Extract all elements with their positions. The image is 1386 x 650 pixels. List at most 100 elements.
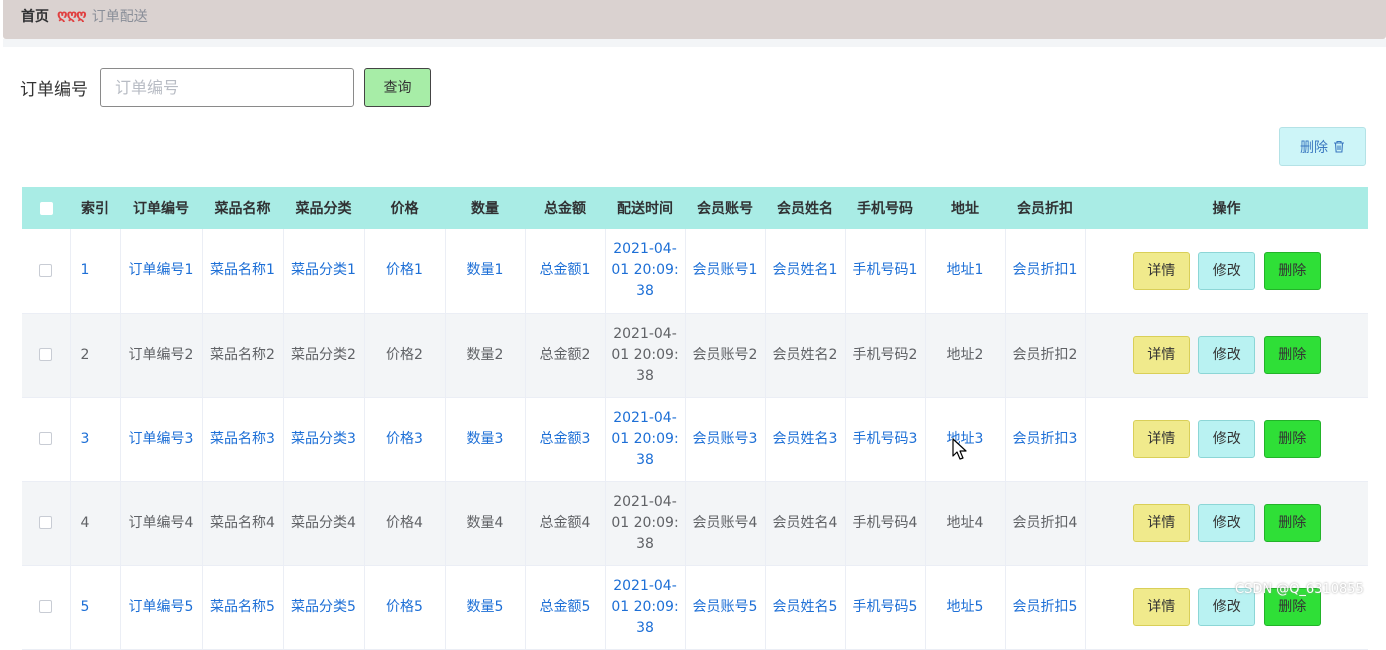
batch-delete-label: 删除 [1300, 139, 1328, 156]
edit-button[interactable]: 修改 [1198, 336, 1256, 374]
delete-button[interactable]: 删除 [1263, 420, 1321, 458]
breadcrumb: 首页 ღღღ 订单配送 [3, 0, 1386, 39]
cell-actions: 详情 修改 删除 [1085, 481, 1368, 566]
cell-address: 地址1 [925, 229, 1006, 314]
cell-price: 价格2 [364, 313, 446, 398]
cell-quantity: 数量3 [445, 397, 526, 482]
detail-button[interactable]: 详情 [1132, 588, 1190, 626]
cell-index: 4 [70, 481, 121, 566]
cell-phone: 手机号码2 [845, 313, 926, 398]
cell-index: 2 [70, 313, 121, 398]
row-checkbox[interactable] [39, 516, 53, 529]
column-header[interactable]: 配送时间 [605, 187, 685, 229]
row-select-cell [22, 397, 71, 482]
row-checkbox[interactable] [39, 600, 53, 613]
column-header[interactable]: 手机号码 [845, 187, 925, 229]
select-all-checkbox[interactable] [39, 201, 53, 215]
column-header[interactable]: 菜品名称 [202, 187, 283, 229]
cell-member-name: 会员姓名5 [765, 565, 846, 650]
cell-delivery-time: 2021-04-01 20:09:38 [605, 313, 686, 398]
cell-quantity: 数量4 [445, 481, 526, 566]
row-checkbox[interactable] [39, 263, 53, 277]
cell-delivery-time: 2021-04-01 20:09:38 [605, 397, 686, 482]
cell-member-name: 会员姓名2 [765, 313, 846, 398]
detail-button[interactable]: 详情 [1132, 336, 1190, 374]
cell-discount: 会员折扣1 [1005, 229, 1086, 314]
cell-discount: 会员折扣2 [1005, 313, 1086, 398]
cell-address: 地址5 [925, 565, 1006, 650]
cell-member-account: 会员账号5 [685, 565, 766, 650]
row-select-cell [22, 481, 71, 566]
breadcrumb-home[interactable]: 首页 [21, 6, 49, 26]
cell-dish-category: 菜品分类4 [283, 481, 365, 566]
cell-quantity: 数量1 [445, 229, 526, 314]
row-checkbox[interactable] [39, 348, 53, 361]
cell-total: 总金额2 [525, 313, 606, 398]
edit-button[interactable]: 修改 [1198, 504, 1256, 542]
table-row[interactable]: 2 订单编号2 菜品名称2 菜品分类2 价格2 数量2 总金额2 2021-04… [22, 313, 1368, 398]
cell-actions: 详情 修改 删除 [1085, 565, 1368, 650]
column-header: 操作 [1085, 187, 1368, 229]
delete-button[interactable]: 删除 [1263, 251, 1321, 290]
breadcrumb-shadow [3, 39, 1386, 47]
column-header[interactable]: 订单编号 [120, 187, 202, 229]
detail-button[interactable]: 详情 [1132, 504, 1190, 542]
cell-delivery-time: 2021-04-01 20:09:38 [605, 229, 686, 314]
detail-button[interactable]: 详情 [1132, 251, 1190, 290]
trash-icon [1334, 140, 1344, 153]
cell-price: 价格5 [364, 565, 446, 650]
column-header[interactable]: 总金额 [525, 187, 605, 229]
column-header[interactable]: 数量 [445, 187, 525, 229]
detail-button[interactable]: 详情 [1132, 420, 1190, 458]
cell-index: 3 [70, 397, 121, 482]
cell-phone: 手机号码1 [845, 229, 926, 314]
table-row[interactable]: 3 订单编号3 菜品名称3 菜品分类3 价格3 数量3 总金额3 2021-04… [22, 397, 1368, 482]
delete-button[interactable]: 删除 [1263, 504, 1321, 542]
cell-dish-name: 菜品名称3 [202, 397, 284, 482]
cell-dish-name: 菜品名称4 [202, 481, 284, 566]
row-select-cell [22, 229, 71, 314]
table-row[interactable]: 5 订单编号5 菜品名称5 菜品分类5 价格5 数量5 总金额5 2021-04… [22, 565, 1368, 650]
orders-table: 索引 订单编号 菜品名称 菜品分类 价格 数量 总金额 配送时间 会员账号 会员… [22, 187, 1377, 650]
delete-button[interactable]: 删除 [1263, 336, 1321, 374]
watermark: CSDN @Q_6310855 [1235, 582, 1364, 597]
column-header[interactable]: 索引 [70, 187, 120, 229]
cell-discount: 会员折扣5 [1005, 565, 1086, 650]
column-header[interactable]: 会员姓名 [765, 187, 845, 229]
query-button[interactable]: 查询 [364, 67, 431, 107]
cell-member-account: 会员账号2 [685, 313, 766, 398]
cell-member-account: 会员账号1 [685, 229, 766, 314]
edit-button[interactable]: 修改 [1198, 251, 1256, 290]
table-header-row: 索引 订单编号 菜品名称 菜品分类 价格 数量 总金额 配送时间 会员账号 会员… [22, 187, 1368, 229]
column-header[interactable]: 地址 [925, 187, 1005, 229]
row-checkbox[interactable] [39, 432, 53, 445]
cell-actions: 详情 修改 删除 [1085, 229, 1368, 314]
cell-order-no: 订单编号3 [120, 397, 203, 482]
cell-member-name: 会员姓名3 [765, 397, 846, 482]
cell-dish-name: 菜品名称5 [202, 565, 284, 650]
edit-button[interactable]: 修改 [1198, 420, 1256, 458]
cell-order-no: 订单编号1 [120, 229, 203, 314]
cell-price: 价格3 [364, 397, 446, 482]
order-no-label: 订单编号 [20, 79, 88, 100]
order-no-search-input[interactable] [100, 67, 354, 107]
table-row[interactable]: 4 订单编号4 菜品名称4 菜品分类4 价格4 数量4 总金额4 2021-04… [22, 481, 1368, 566]
mouse-cursor-icon [952, 438, 967, 460]
column-header[interactable]: 会员账号 [685, 187, 765, 229]
column-header[interactable]: 会员折扣 [1005, 187, 1085, 229]
breadcrumb-separator: ღღღ [57, 8, 87, 23]
cell-delivery-time: 2021-04-01 20:09:38 [605, 481, 686, 566]
cell-price: 价格4 [364, 481, 446, 566]
row-select-cell [22, 565, 71, 650]
table-row[interactable]: 1 订单编号1 菜品名称1 菜品分类1 价格1 数量1 总金额1 2021-04… [22, 229, 1368, 314]
cell-total: 总金额5 [525, 565, 606, 650]
cell-order-no: 订单编号5 [120, 565, 203, 650]
column-header[interactable]: 价格 [364, 187, 445, 229]
cell-dish-category: 菜品分类1 [283, 229, 365, 314]
column-header[interactable]: 菜品分类 [283, 187, 364, 229]
batch-delete-button[interactable]: 删除 [1279, 127, 1366, 166]
cell-member-account: 会员账号3 [685, 397, 766, 482]
cell-phone: 手机号码4 [845, 481, 926, 566]
cell-dish-category: 菜品分类2 [283, 313, 365, 398]
cell-member-name: 会员姓名1 [765, 229, 846, 314]
